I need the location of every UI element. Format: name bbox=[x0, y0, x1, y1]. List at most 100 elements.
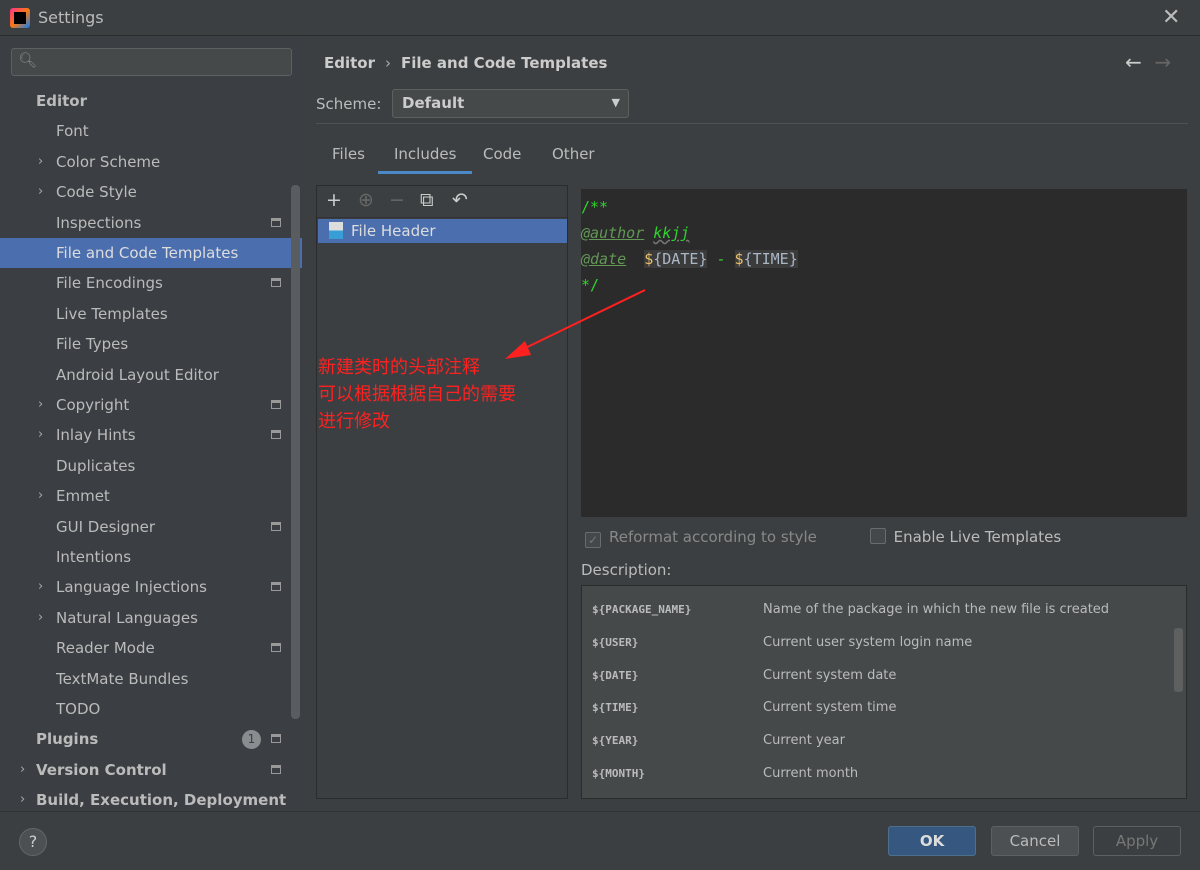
sidebar-item-label: Intentions bbox=[56, 548, 132, 566]
sidebar-item[interactable]: File Types bbox=[0, 329, 302, 359]
breadcrumb-parent[interactable]: Editor bbox=[324, 54, 375, 72]
variable-name: ${DATE} bbox=[592, 668, 639, 682]
sidebar-item-label: Version Control bbox=[36, 760, 167, 779]
code-line: @author kkjj bbox=[581, 220, 1187, 246]
breadcrumb: Editor › File and Code Templates bbox=[324, 54, 607, 72]
sidebar-item[interactable]: File Encodings bbox=[0, 268, 302, 298]
sidebar-item-label: TODO bbox=[56, 700, 101, 718]
search-input[interactable]: 🔍︎ bbox=[11, 48, 292, 76]
copy-icon[interactable]: ⧉ bbox=[420, 189, 434, 211]
var-dollar: $ bbox=[734, 250, 744, 268]
cancel-button[interactable]: Cancel bbox=[991, 826, 1079, 856]
sidebar-item-label: File Encodings bbox=[56, 274, 163, 293]
remove-icon[interactable]: − bbox=[389, 189, 405, 211]
history-nav: ← → bbox=[1125, 50, 1171, 74]
template-editor[interactable]: /** @author kkjj @date ${DATE} - ${TIME}… bbox=[581, 189, 1187, 517]
sidebar-item[interactable]: TextMate Bundles bbox=[0, 664, 302, 694]
chevron-right-icon[interactable]: › bbox=[38, 390, 43, 420]
description-label: Description: bbox=[581, 561, 672, 579]
tab-includes[interactable]: Includes bbox=[378, 145, 473, 174]
sidebar-item[interactable]: Reader Mode bbox=[0, 633, 302, 663]
sidebar-item[interactable]: › Natural Languages bbox=[0, 603, 302, 633]
project-level-icon bbox=[271, 582, 281, 592]
sidebar-item[interactable]: Live Templates bbox=[0, 299, 302, 329]
sidebar-item-label: Duplicates bbox=[56, 456, 136, 475]
time-variable: {TIME} bbox=[743, 250, 798, 268]
reformat-checkbox[interactable]: ✓ Reformat according to style bbox=[585, 528, 817, 548]
template-item-file-header[interactable]: File Header bbox=[318, 219, 567, 243]
sidebar-item-label: Android Layout Editor bbox=[56, 365, 219, 384]
sidebar-item[interactable]: › Color Scheme bbox=[0, 147, 302, 177]
chevron-right-icon[interactable]: › bbox=[38, 603, 43, 633]
java-file-icon bbox=[329, 222, 343, 239]
variable-description: Current system time bbox=[763, 700, 897, 716]
scheme-value: Default bbox=[402, 94, 465, 112]
sidebar-item[interactable]: GUI Designer bbox=[0, 512, 302, 542]
project-level-icon bbox=[271, 400, 281, 409]
sidebar-item-label: Reader Mode bbox=[56, 639, 155, 658]
chevron-right-icon[interactable]: › bbox=[38, 147, 43, 177]
tab-code[interactable]: Code bbox=[483, 145, 521, 163]
sidebar-item[interactable]: Inspections bbox=[0, 208, 302, 238]
sidebar-item[interactable]: Android Layout Editor bbox=[0, 360, 302, 390]
sidebar-item[interactable]: Font bbox=[0, 116, 302, 146]
sidebar-item[interactable]: › Version Control bbox=[0, 755, 302, 785]
tab-other[interactable]: Other bbox=[552, 145, 595, 163]
sidebar-item[interactable]: Duplicates bbox=[0, 451, 302, 481]
divider bbox=[316, 123, 1188, 124]
sidebar-item[interactable]: Plugins 1 bbox=[0, 724, 302, 754]
annotation-arrow bbox=[505, 289, 646, 359]
tab-files[interactable]: Files bbox=[332, 145, 365, 163]
variable-name: ${USER} bbox=[592, 635, 639, 649]
close-icon[interactable]: ✕ bbox=[1162, 5, 1180, 30]
description-panel[interactable]: ${PACKAGE_NAME} Name of the package in wh… bbox=[581, 585, 1187, 799]
template-toolbar: + ⊕ − ⧉ ↶ bbox=[317, 186, 567, 218]
code-line: @date ${DATE} - ${TIME} bbox=[581, 246, 1187, 272]
variable-name: ${YEAR} bbox=[592, 734, 639, 748]
sidebar: 🔍︎ Editor Font › Color Scheme › Code Style Ins… bbox=[0, 37, 302, 811]
sidebar-item-label: Code Style bbox=[56, 183, 137, 202]
apply-button[interactable]: Apply bbox=[1093, 826, 1181, 856]
javadoc-tag: @date bbox=[581, 250, 627, 268]
variable-description: Current user system login name bbox=[763, 634, 973, 650]
sidebar-item[interactable]: Editor bbox=[0, 86, 302, 116]
javadoc-tag: @author bbox=[581, 224, 645, 242]
live-templates-checkbox[interactable]: Enable Live Templates bbox=[869, 528, 1061, 546]
dialog-footer: ? OK Cancel Apply bbox=[0, 811, 1200, 870]
add-icon[interactable]: + bbox=[326, 189, 342, 211]
sidebar-scrollbar[interactable] bbox=[291, 185, 300, 719]
variable-name: ${PACKAGE_NAME} bbox=[592, 603, 692, 616]
chevron-right-icon[interactable]: › bbox=[38, 572, 43, 602]
description-scrollbar[interactable] bbox=[1174, 628, 1183, 692]
ok-button[interactable]: OK bbox=[888, 826, 976, 856]
sidebar-item[interactable]: › Copyright bbox=[0, 390, 302, 420]
sidebar-item-label: Inspections bbox=[56, 213, 142, 232]
project-level-icon bbox=[271, 643, 281, 653]
reset-icon[interactable]: ↶ bbox=[452, 189, 468, 211]
sidebar-item-label: Natural Languages bbox=[56, 608, 198, 627]
back-arrow-icon[interactable]: ← bbox=[1125, 50, 1142, 74]
sidebar-item[interactable]: File and Code Templates bbox=[0, 238, 302, 268]
reformat-label: Reformat according to style bbox=[609, 528, 817, 546]
author-value: kkjj bbox=[653, 224, 690, 242]
sidebar-item[interactable]: Intentions bbox=[0, 542, 302, 572]
description-row: ${TIME} Current system time bbox=[592, 700, 896, 715]
template-options: ✓ Reformat according to style Enable Live… bbox=[585, 528, 1061, 548]
project-level-icon bbox=[271, 278, 281, 288]
help-button[interactable]: ? bbox=[19, 828, 47, 856]
sidebar-item[interactable]: › Emmet bbox=[0, 481, 302, 511]
add-child-icon[interactable]: ⊕ bbox=[358, 189, 374, 211]
sidebar-item[interactable]: TODO bbox=[0, 694, 302, 724]
annotation-line: 进行修改 bbox=[318, 411, 390, 432]
search-icon: 🔍︎ bbox=[18, 51, 38, 69]
sidebar-item[interactable]: › Language Injections bbox=[0, 572, 302, 602]
chevron-right-icon[interactable]: › bbox=[20, 755, 25, 785]
chevron-right-icon[interactable]: › bbox=[38, 420, 43, 450]
sidebar-item[interactable]: › Inlay Hints bbox=[0, 420, 302, 450]
scheme-dropdown[interactable]: Default ▼ bbox=[392, 89, 629, 118]
chevron-right-icon[interactable]: › bbox=[38, 481, 43, 511]
sidebar-item[interactable]: › Code Style bbox=[0, 177, 302, 207]
chevron-right-icon[interactable]: › bbox=[38, 177, 43, 207]
variable-description: Current system date bbox=[763, 667, 897, 683]
forward-arrow-icon[interactable]: → bbox=[1154, 50, 1171, 74]
